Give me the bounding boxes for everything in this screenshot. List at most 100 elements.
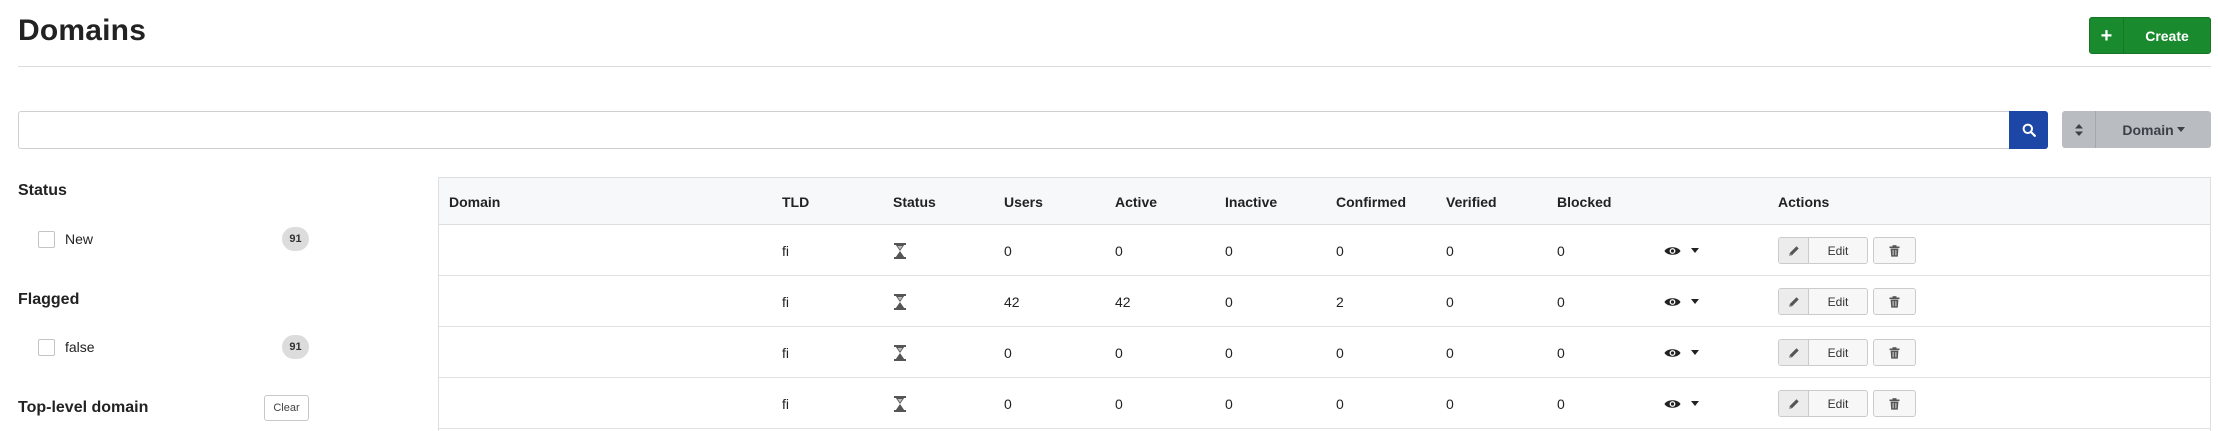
trash-icon [1889, 295, 1900, 308]
edit-button-label: Edit [1827, 243, 1849, 258]
trash-icon [1889, 397, 1900, 410]
pencil-icon [1779, 238, 1809, 263]
table-row: fi 0 0 0 0 0 0 Edit [439, 378, 2210, 429]
sort-direction-button[interactable] [2062, 111, 2096, 148]
facet-option-label: false [65, 339, 95, 355]
verified-cell: 0 [1446, 395, 1454, 412]
create-button[interactable]: + Create [2089, 17, 2211, 54]
edit-button-label: Edit [1827, 345, 1849, 360]
eye-icon [1664, 347, 1681, 359]
count-badge: 91 [282, 227, 309, 251]
blocked-cell: 0 [1557, 344, 1565, 361]
tld-cell: fi [782, 344, 789, 361]
blocked-cell: 0 [1557, 395, 1565, 412]
plus-icon: + [2090, 18, 2124, 53]
sort-field-label: Domain [2122, 121, 2174, 138]
chevron-down-icon [1691, 350, 1699, 355]
eye-icon [1664, 398, 1681, 410]
active-cell: 42 [1115, 293, 1131, 310]
pencil-icon [1779, 391, 1809, 416]
status-cell [893, 327, 907, 378]
column-header-verified[interactable]: Verified [1446, 178, 1497, 225]
delete-button[interactable] [1873, 339, 1916, 366]
chevron-down-icon [1691, 299, 1699, 304]
preview-dropdown[interactable] [1664, 327, 1699, 378]
column-header-active[interactable]: Active [1115, 178, 1157, 225]
table-row: fi 0 0 0 0 0 0 Edit [439, 225, 2210, 276]
delete-button[interactable] [1873, 237, 1916, 264]
trash-icon [1889, 244, 1900, 257]
verified-cell: 0 [1446, 344, 1454, 361]
facet-heading-status: Status [18, 182, 67, 199]
users-cell: 0 [1004, 395, 1012, 412]
column-header-confirmed[interactable]: Confirmed [1336, 178, 1406, 225]
hourglass-icon [893, 395, 907, 412]
blocked-cell: 0 [1557, 293, 1565, 310]
edit-button[interactable]: Edit [1778, 288, 1868, 315]
preview-dropdown[interactable] [1664, 378, 1699, 429]
column-header-domain[interactable]: Domain [449, 178, 500, 225]
edit-button[interactable]: Edit [1778, 339, 1868, 366]
tld-cell: fi [782, 395, 789, 412]
chevron-down-icon [1691, 401, 1699, 406]
search-button[interactable] [2009, 111, 2048, 149]
column-header-status[interactable]: Status [893, 178, 936, 225]
confirmed-cell: 0 [1336, 242, 1344, 259]
eye-icon [1664, 245, 1681, 257]
inactive-cell: 0 [1225, 293, 1233, 310]
edit-button[interactable]: Edit [1778, 237, 1868, 264]
tld-cell: fi [782, 293, 789, 310]
inactive-cell: 0 [1225, 242, 1233, 259]
count-badge: 91 [282, 335, 309, 359]
users-cell: 0 [1004, 242, 1012, 259]
pencil-icon [1779, 340, 1809, 365]
users-cell: 0 [1004, 344, 1012, 361]
facet-option-status-new[interactable]: New [38, 227, 310, 251]
table-row: fi 0 0 0 0 0 0 Edit [439, 327, 2210, 378]
column-header-users[interactable]: Users [1004, 178, 1043, 225]
inactive-cell: 0 [1225, 344, 1233, 361]
delete-button[interactable] [1873, 288, 1916, 315]
title-divider [18, 66, 2211, 67]
verified-cell: 0 [1446, 242, 1454, 259]
results-table: Domain TLD Status Users Active Inactive … [438, 177, 2211, 431]
search-icon [2022, 123, 2036, 137]
hourglass-icon [893, 344, 907, 361]
blocked-cell: 0 [1557, 242, 1565, 259]
search-input[interactable] [18, 111, 2010, 149]
confirmed-cell: 0 [1336, 344, 1344, 361]
trash-icon [1889, 346, 1900, 359]
confirmed-cell: 2 [1336, 293, 1344, 310]
preview-dropdown[interactable] [1664, 225, 1699, 276]
column-header-blocked[interactable]: Blocked [1557, 178, 1611, 225]
checkbox[interactable] [38, 338, 55, 356]
chevron-down-icon [1691, 248, 1699, 253]
users-cell: 42 [1004, 293, 1020, 310]
column-header-inactive[interactable]: Inactive [1225, 178, 1277, 225]
sort-field-dropdown[interactable]: Domain [2096, 111, 2211, 148]
facet-option-label: New [65, 231, 94, 247]
checkbox[interactable] [38, 230, 55, 248]
tld-cell: fi [782, 242, 789, 259]
confirmed-cell: 0 [1336, 395, 1344, 412]
hourglass-icon [893, 293, 907, 310]
column-header-actions: Actions [1778, 193, 1830, 210]
sort-icon [2074, 123, 2083, 136]
edit-button-label: Edit [1827, 294, 1849, 309]
active-cell: 0 [1115, 395, 1123, 412]
delete-button[interactable] [1873, 390, 1916, 417]
table-row: fi 42 42 0 2 0 0 Edit [439, 276, 2210, 327]
inactive-cell: 0 [1225, 395, 1233, 412]
active-cell: 0 [1115, 242, 1123, 259]
preview-dropdown[interactable] [1664, 276, 1699, 327]
status-cell [893, 276, 907, 327]
edit-button[interactable]: Edit [1778, 390, 1868, 417]
page-title: Domains [18, 14, 147, 47]
hourglass-icon [893, 242, 907, 259]
table-header: Domain TLD Status Users Active Inactive … [439, 178, 2210, 225]
facet-heading-flagged: Flagged [18, 291, 80, 308]
column-header-tld[interactable]: TLD [782, 178, 809, 225]
clear-tld-button[interactable]: Clear [264, 395, 309, 421]
facet-option-flagged-false[interactable]: false [38, 335, 310, 359]
edit-button-label: Edit [1827, 396, 1849, 411]
